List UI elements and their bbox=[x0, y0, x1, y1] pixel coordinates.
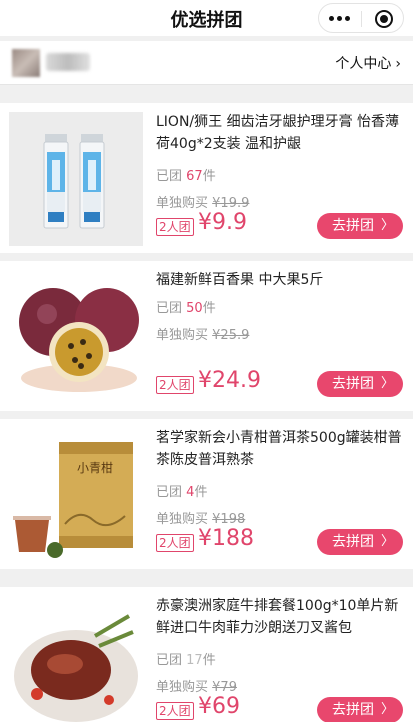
product-title[interactable]: 福建新鲜百香果 中大果5斤 bbox=[156, 269, 406, 291]
group-price: ¥188 bbox=[198, 526, 254, 551]
chevron-right-icon: 〉 bbox=[380, 534, 394, 549]
group-price: ¥69 bbox=[198, 694, 240, 719]
target-circle-icon[interactable] bbox=[375, 10, 393, 28]
product-title[interactable]: LION/狮王 细齿洁牙龈护理牙膏 怡香薄荷40g*2支装 温和护龈 bbox=[156, 111, 406, 155]
group-size-badge: 2人团 bbox=[156, 534, 194, 552]
user-bar: 个人中心 › bbox=[0, 41, 413, 85]
mini-program-capsule bbox=[318, 3, 404, 33]
avatar[interactable] bbox=[12, 49, 40, 77]
join-group-button[interactable]: 去拼团〉 bbox=[317, 697, 403, 722]
group-sold-count: 已团 4件 bbox=[156, 485, 208, 500]
product-title[interactable]: 茗学家新会小青柑普洱茶500g罐装柑普茶陈皮普洱熟茶 bbox=[156, 427, 406, 471]
product-card[interactable]: 小青柑 茗学家新会小青柑普洱茶500g罐装柑普茶陈皮普洱熟茶 已团 4件 单独购… bbox=[0, 419, 413, 569]
join-group-button[interactable]: 去拼团〉 bbox=[317, 529, 403, 555]
product-card[interactable]: LION/狮王 细齿洁牙龈护理牙膏 怡香薄荷40g*2支装 温和护龈 已团 67… bbox=[0, 103, 413, 253]
product-card[interactable]: 赤豪澳洲家庭牛排套餐100g*10单片新鲜进口牛肉菲力沙朗送刀叉酱包 已团 17… bbox=[0, 587, 413, 722]
solo-price: 单独购买 ¥79 bbox=[156, 680, 237, 695]
group-price: ¥9.9 bbox=[198, 210, 247, 235]
toothpaste-image[interactable] bbox=[9, 112, 143, 246]
group-size-badge: 2人团 bbox=[156, 702, 194, 720]
group-size-badge: 2人团 bbox=[156, 218, 194, 236]
chevron-right-icon: › bbox=[395, 56, 401, 72]
chevron-right-icon: 〉 bbox=[380, 376, 394, 391]
user-center-label: 个人中心 bbox=[335, 56, 392, 72]
username-blurred bbox=[46, 53, 90, 71]
group-price: ¥24.9 bbox=[198, 368, 261, 393]
tea-can-label: 小青柑 bbox=[77, 460, 113, 475]
join-group-button[interactable]: 去拼团〉 bbox=[317, 371, 403, 397]
chevron-right-icon: 〉 bbox=[380, 218, 394, 233]
steak-image[interactable] bbox=[9, 596, 143, 722]
group-sold-count: 已团 67件 bbox=[156, 169, 216, 184]
solo-price: 单独购买 ¥25.9 bbox=[156, 328, 250, 343]
more-dots-icon[interactable] bbox=[329, 16, 351, 22]
user-center-link[interactable]: 个人中心 › bbox=[335, 53, 401, 73]
product-title[interactable]: 赤豪澳洲家庭牛排套餐100g*10单片新鲜进口牛肉菲力沙朗送刀叉酱包 bbox=[156, 595, 406, 639]
solo-price: 单独购买 ¥19.9 bbox=[156, 196, 250, 211]
product-card[interactable]: 福建新鲜百香果 中大果5斤 已团 50件 单独购买 ¥25.9 2人团 ¥24.… bbox=[0, 261, 413, 411]
group-size-badge: 2人团 bbox=[156, 376, 194, 394]
nav-bar: 优选拼团 bbox=[0, 0, 413, 36]
group-sold-count: 已团 17件 bbox=[156, 653, 216, 668]
tea-can-image[interactable]: 小青柑 bbox=[9, 428, 143, 562]
passion-fruit-image[interactable] bbox=[9, 270, 143, 404]
capsule-divider bbox=[361, 11, 362, 27]
chevron-right-icon: 〉 bbox=[380, 702, 394, 717]
join-group-button[interactable]: 去拼团〉 bbox=[317, 213, 403, 239]
group-sold-count: 已团 50件 bbox=[156, 301, 216, 316]
solo-price: 单独购买 ¥198 bbox=[156, 512, 246, 527]
